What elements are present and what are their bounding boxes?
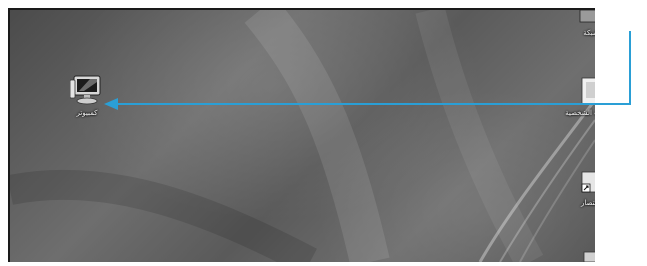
network-icon bbox=[579, 10, 595, 23]
wallpaper-streaks bbox=[10, 10, 595, 262]
desktop-icon-label: كمبيوتر bbox=[76, 109, 98, 117]
shortcut-icon bbox=[581, 171, 595, 193]
desktop-icon-computer[interactable]: كمبيوتر bbox=[62, 74, 112, 117]
desktop-background[interactable]: كمبيوتر شبكة الملفات الشخصية اختصار bbox=[8, 8, 595, 262]
desktop-icon-label: الملفات الشخصية bbox=[565, 109, 595, 117]
desktop-icon-shortcut[interactable]: اختصار bbox=[566, 170, 595, 207]
desktop-icon-label: اختصار bbox=[581, 199, 595, 207]
desktop-icon-recycle-bin[interactable] bbox=[566, 250, 595, 262]
computer-icon bbox=[70, 75, 101, 105]
folder-icon bbox=[581, 77, 595, 105]
screenshot-page: كمبيوتر شبكة الملفات الشخصية اختصار bbox=[0, 0, 647, 266]
desktop-icon-folder[interactable]: الملفات الشخصية bbox=[565, 76, 595, 117]
desktop-icon-label: شبكة bbox=[583, 29, 595, 37]
desktop-icon-network[interactable]: شبكة bbox=[566, 10, 595, 37]
recycle-bin-icon bbox=[583, 251, 595, 262]
